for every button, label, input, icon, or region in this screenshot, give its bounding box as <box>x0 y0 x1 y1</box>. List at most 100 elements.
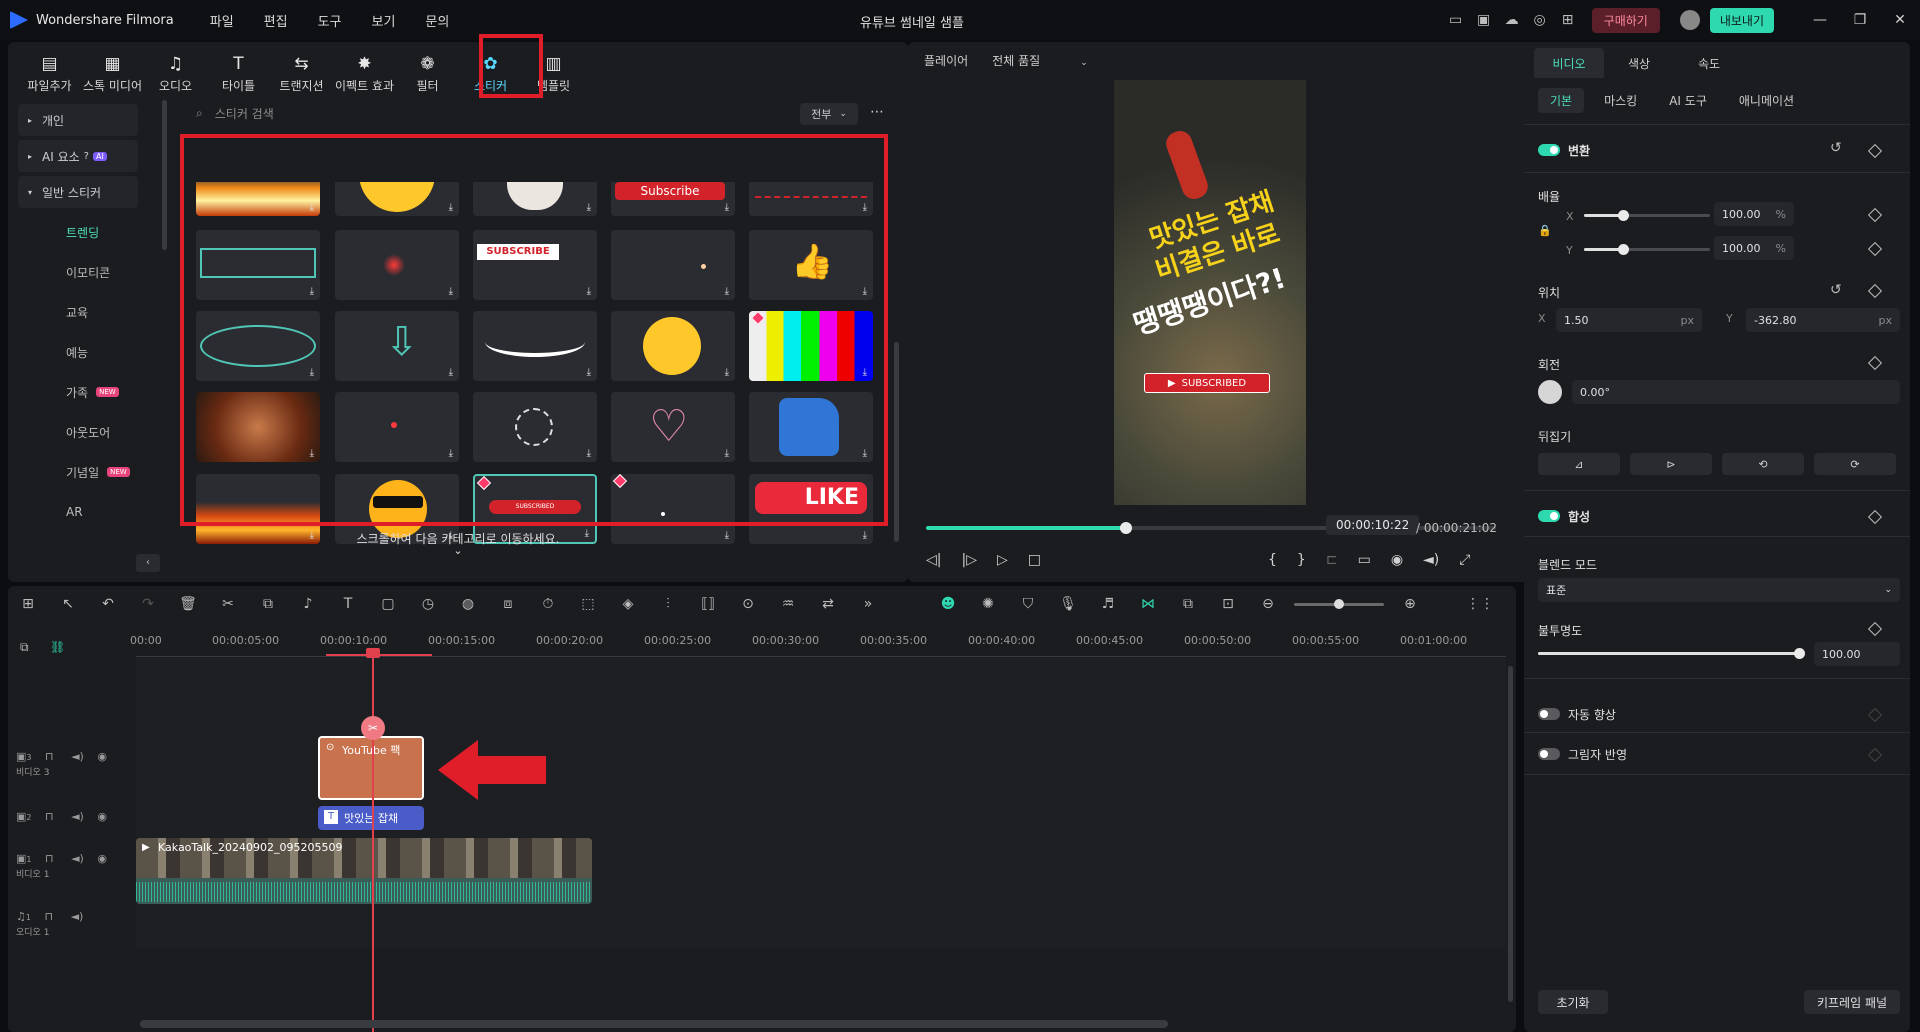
tab-effects[interactable]: ✸ 이펙트 효과 <box>333 50 396 98</box>
sidebar-item-ai-elements[interactable]: ▸ AI 요소? AI <box>18 140 138 172</box>
undo-icon[interactable]: ↶ <box>88 596 128 612</box>
sidebar-item-anniversary[interactable]: 기념일 NEW <box>18 452 166 492</box>
opacity-slider[interactable] <box>1538 648 1805 659</box>
keyframe-icon[interactable] <box>1867 509 1883 525</box>
keyframe-icon[interactable] <box>1867 241 1883 257</box>
blend-mode-dropdown[interactable]: 표준 ⌄ <box>1538 578 1900 602</box>
sidebar-item-ar[interactable]: AR <box>18 492 166 532</box>
keyframe-icon[interactable] <box>1867 283 1883 299</box>
color-icon[interactable]: ◍ <box>448 596 488 612</box>
tab-import[interactable]: ▤ 파일추가 <box>18 50 81 98</box>
display-icon[interactable]: ▭ <box>1358 552 1371 568</box>
tab-stock-media[interactable]: ▦ 스톡 미디어 <box>81 50 144 98</box>
keyframe-icon[interactable] <box>1867 621 1883 637</box>
render-icon[interactable]: ✺ <box>968 596 1008 612</box>
quality-dropdown[interactable]: 전체 품질 ⌄ <box>992 52 1088 69</box>
menu-view[interactable]: 보기 <box>372 11 396 30</box>
timeline-h-scrollbar[interactable] <box>140 1020 1168 1028</box>
mark-in-icon[interactable]: { <box>1268 552 1277 568</box>
eye-icon[interactable]: ◉ <box>97 750 107 763</box>
split-scissors-icon[interactable]: ✂ <box>361 716 385 740</box>
snap-icon[interactable]: ⋈ <box>1128 596 1168 612</box>
select-tool-icon[interactable]: ↖ <box>48 596 88 612</box>
subtab-masking[interactable]: 마스킹 <box>1592 88 1649 113</box>
menu-file[interactable]: 파일 <box>210 11 234 30</box>
rotation-field[interactable]: 0.00° <box>1572 380 1900 404</box>
drop-shadow-toggle[interactable] <box>1538 748 1560 760</box>
text-icon[interactable]: T <box>328 596 368 612</box>
audio-mix-icon[interactable]: ♒ <box>768 596 808 612</box>
flip-vertical-button[interactable]: ⊳ <box>1630 453 1712 475</box>
lock-icon[interactable]: 🔒 <box>1538 224 1552 237</box>
tab-video[interactable]: 비디오 <box>1534 48 1604 78</box>
export-button[interactable]: 내보내기 <box>1709 7 1774 33</box>
marker-icon[interactable]: ⛉ <box>1008 596 1048 612</box>
rotate-right-button[interactable]: ⟳ <box>1814 453 1896 475</box>
current-time[interactable]: 00:00:10:22 <box>1326 515 1420 535</box>
lock-icon[interactable]: ⊓ <box>45 852 54 865</box>
volume-icon[interactable]: ◄) <box>1423 552 1439 568</box>
sidebar-item-emoticon[interactable]: 이모티콘 <box>18 252 166 292</box>
minimize-icon[interactable]: — <box>1800 0 1840 40</box>
subtab-basic[interactable]: 기본 <box>1538 88 1585 113</box>
flip-horizontal-button[interactable]: ⊿ <box>1538 453 1620 475</box>
scale-x-slider[interactable] <box>1584 210 1710 221</box>
lock-icon[interactable]: ⊓ <box>45 750 54 763</box>
keyframe-panel-button[interactable]: 키프레임 패널 <box>1804 990 1900 1014</box>
zoom-knob[interactable] <box>1334 598 1344 609</box>
audio-icon[interactable]: ♪ <box>288 596 328 612</box>
tab-filters[interactable]: ❁ 필터 <box>396 50 459 98</box>
mask-icon[interactable]: ◈ <box>608 596 648 612</box>
title-clip[interactable]: T 맛있는 잡채 <box>318 806 424 830</box>
sidebar-item-personal[interactable]: ▸ 개인 <box>18 104 138 136</box>
position-y-field[interactable]: -362.80 px <box>1746 308 1900 332</box>
slider-knob[interactable] <box>1618 244 1629 255</box>
sidebar-item-general-stickers[interactable]: ▾ 일반 스티커 <box>18 176 138 208</box>
timeline-ruler[interactable]: 00:00 00:00:05:00 00:00:10:00 00:00:15:0… <box>130 634 1506 657</box>
menu-tools[interactable]: 도구 <box>318 11 342 30</box>
track-manager-icon[interactable]: ⧉ <box>20 640 29 655</box>
link-icon[interactable]: ⛓ <box>50 640 65 654</box>
opacity-field[interactable]: 100.00 <box>1814 642 1900 666</box>
reset-icon[interactable]: ↺ <box>1830 140 1842 156</box>
split-screen-icon[interactable]: ⟦⟧ <box>688 596 728 612</box>
stabilize-icon[interactable]: ⊙ <box>728 596 768 612</box>
eye-icon[interactable]: ◉ <box>97 810 107 823</box>
video-preview[interactable]: 맛있는 잡채 비결은 바로 땡땡땡이다?! ▶ SUBSCRIBED <box>1114 80 1306 505</box>
adjust-icon[interactable]: ⫶ <box>648 596 688 612</box>
duration-icon[interactable]: ⏱ <box>528 596 568 612</box>
auto-enhance-toggle[interactable] <box>1538 708 1560 720</box>
crop-icon[interactable]: ⧉ <box>248 596 288 612</box>
lock-icon[interactable]: ⊓ <box>44 910 53 923</box>
tab-titles[interactable]: T 타이틀 <box>207 50 270 98</box>
ai-mate-icon[interactable]: ☻ <box>928 596 968 612</box>
slider-knob[interactable] <box>1618 210 1629 221</box>
layout-grid-icon[interactable]: ⊞ <box>8 596 48 612</box>
rotation-dial[interactable] <box>1538 380 1562 404</box>
playhead-knob[interactable] <box>366 648 380 658</box>
sidebar-item-outdoor[interactable]: 아웃도어 <box>18 412 166 452</box>
avatar[interactable] <box>1679 10 1700 30</box>
subtab-animation[interactable]: 애니메이션 <box>1727 88 1806 113</box>
rotate-left-button[interactable]: ⟲ <box>1722 453 1804 475</box>
voiceover-icon[interactable]: ♬ <box>1088 596 1128 612</box>
volume-icon[interactable]: ◄) <box>71 910 84 923</box>
scale-y-field[interactable]: 100.00% <box>1714 236 1794 260</box>
sidebar-item-trending[interactable]: 트렌딩 <box>18 212 166 252</box>
buy-button[interactable]: 구매하기 <box>1591 7 1660 33</box>
zoom-out-icon[interactable]: ⊖ <box>1248 596 1288 612</box>
scale-x-field[interactable]: 100.00% <box>1714 202 1794 226</box>
sidebar-item-family[interactable]: 가족 NEW <box>18 372 166 412</box>
slider-knob[interactable] <box>1794 648 1805 659</box>
position-x-field[interactable]: 1.50 px <box>1556 308 1702 332</box>
progress-knob[interactable] <box>1119 522 1132 534</box>
layout-icon[interactable]: ▭ <box>1442 6 1470 34</box>
sidebar-item-entertainment[interactable]: 예능 <box>18 332 166 372</box>
tab-audio[interactable]: ♫ 오디오 <box>144 50 207 98</box>
tab-color[interactable]: 색상 <box>1604 48 1674 78</box>
more-options-icon[interactable]: ⋯ <box>870 104 884 120</box>
restore-icon[interactable]: ❐ <box>1840 0 1880 40</box>
freeze-icon[interactable]: ⧈ <box>488 596 528 612</box>
grid-scrollbar[interactable] <box>894 342 899 542</box>
tab-transitions[interactable]: ⇆ 트랜지션 <box>270 50 333 98</box>
